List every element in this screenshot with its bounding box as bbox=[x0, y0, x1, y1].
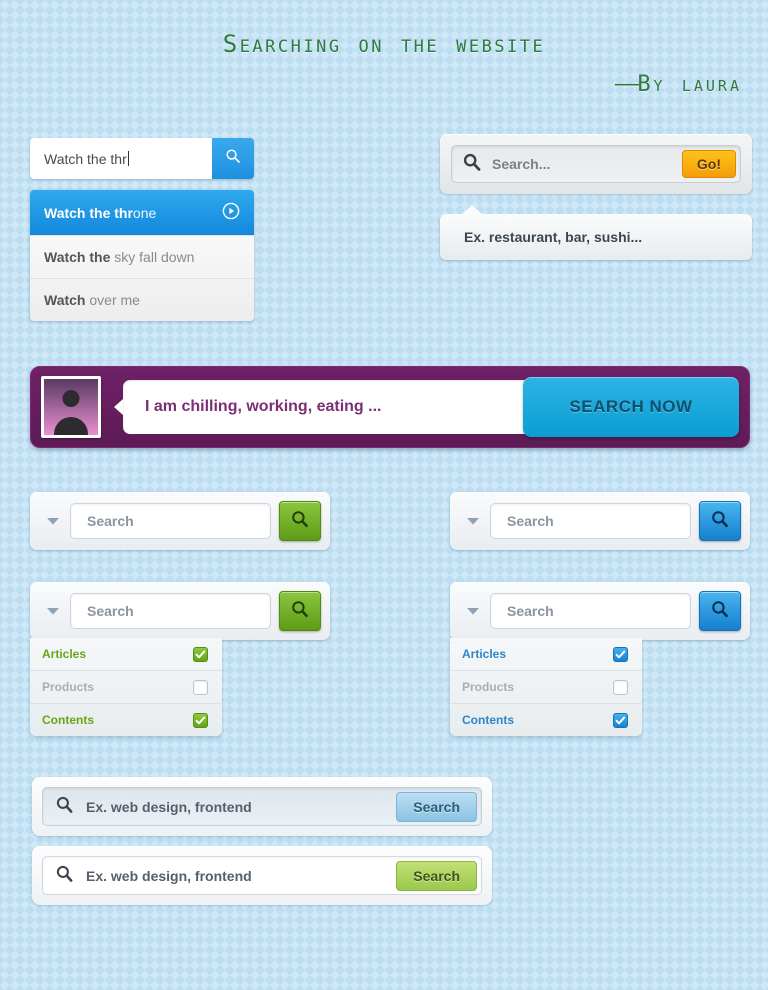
suggestion-match: Watch the bbox=[44, 249, 111, 265]
suggestion-text: Watch the sky fall down bbox=[44, 249, 194, 265]
search-placeholder: Ex. web design, frontend bbox=[86, 867, 252, 884]
suggestion-rest: sky fall down bbox=[110, 249, 195, 265]
magnifier-icon bbox=[710, 599, 730, 624]
autocomplete-input-value: Watch the thr bbox=[44, 150, 127, 167]
magnifier-icon bbox=[55, 795, 74, 819]
checkbox-unchecked[interactable] bbox=[193, 679, 208, 695]
select-search-blue: Search bbox=[450, 492, 750, 550]
autocomplete-search-bar: Watch the thr bbox=[30, 138, 254, 179]
suggestion-text: Watch over me bbox=[44, 292, 140, 308]
list-item[interactable]: Products bbox=[30, 670, 222, 703]
search-button[interactable] bbox=[699, 501, 741, 541]
go-search-widget: Search... Go! Ex. restaurant, bar, sushi… bbox=[440, 134, 752, 260]
autocomplete-suggestion-list: Watch the throne Watch the sky fall down… bbox=[30, 190, 254, 321]
list-item[interactable]: Watch over me bbox=[30, 278, 254, 321]
go-search-shell: Search... Go! bbox=[440, 134, 752, 194]
suggestion-match: Watch the thr bbox=[44, 204, 133, 221]
select-search-bar: Search bbox=[30, 582, 330, 640]
magnifier-icon bbox=[290, 599, 310, 624]
select-search-bar: Search bbox=[450, 492, 750, 550]
search-button[interactable] bbox=[699, 591, 741, 631]
checkbox-checked[interactable] bbox=[613, 712, 628, 728]
search-input[interactable]: Search bbox=[490, 593, 691, 629]
search-now-button[interactable]: SEARCH NOW bbox=[523, 377, 739, 437]
select-search-bar: Search bbox=[450, 582, 750, 640]
suggestion-rest: one bbox=[132, 204, 157, 221]
select-dropdown-blue: Search Articles Products Contents bbox=[450, 582, 750, 736]
search-placeholder: Ex. web design, frontend bbox=[86, 798, 252, 815]
select-search-bar: Search bbox=[30, 492, 330, 550]
suggestion-rest: over me bbox=[85, 292, 140, 308]
filter-option-list: Articles Products Contents bbox=[30, 638, 222, 736]
option-label: Products bbox=[462, 680, 515, 694]
list-item[interactable]: Products bbox=[450, 670, 642, 703]
autocomplete-search-input[interactable]: Watch the thr bbox=[30, 138, 212, 179]
magnifier-icon bbox=[710, 509, 730, 534]
search-button[interactable]: Search bbox=[396, 791, 477, 822]
byline-text: By laura bbox=[637, 72, 742, 97]
list-item[interactable]: Articles bbox=[450, 638, 642, 670]
bottom-search-green: Ex. web design, frontend Search bbox=[32, 846, 492, 905]
magnifier-icon bbox=[290, 509, 310, 534]
checkbox-unchecked[interactable] bbox=[613, 679, 628, 695]
play-circle-icon[interactable] bbox=[222, 202, 240, 223]
search-input[interactable]: Search bbox=[70, 593, 271, 629]
checkbox-checked[interactable] bbox=[613, 646, 628, 662]
byline-dash: —— bbox=[614, 72, 639, 97]
search-placeholder: Search bbox=[507, 603, 554, 619]
search-input[interactable]: Search bbox=[70, 503, 271, 539]
checkbox-checked[interactable] bbox=[193, 712, 208, 728]
list-item[interactable]: Contents bbox=[30, 703, 222, 736]
page-header: Searching on the website ——By laura bbox=[0, 0, 768, 97]
avatar bbox=[41, 376, 101, 438]
search-button[interactable] bbox=[279, 591, 321, 631]
select-search-green: Search bbox=[30, 492, 330, 550]
list-item[interactable]: Watch the sky fall down bbox=[30, 235, 254, 278]
list-item[interactable]: Articles bbox=[30, 638, 222, 670]
autocomplete-search-widget: Watch the thr Watch the throne Watch the… bbox=[30, 138, 254, 321]
go-search-tooltip: Ex. restaurant, bar, sushi... bbox=[440, 205, 752, 260]
option-label: Contents bbox=[42, 713, 94, 727]
search-button[interactable]: Search bbox=[396, 860, 477, 891]
search-field[interactable]: Ex. web design, frontend Search bbox=[42, 787, 482, 826]
chevron-down-icon[interactable] bbox=[456, 607, 490, 616]
status-input[interactable]: I am chilling, working, eating ... bbox=[114, 380, 533, 434]
status-search-widget: I am chilling, working, eating ... SEARC… bbox=[30, 366, 750, 448]
go-button[interactable]: Go! bbox=[681, 150, 736, 178]
filter-option-list: Articles Products Contents bbox=[450, 638, 642, 736]
option-label: Articles bbox=[462, 647, 507, 661]
suggestion-match: Watch bbox=[44, 292, 86, 308]
list-item[interactable]: Watch the throne bbox=[30, 190, 254, 235]
search-placeholder: Search bbox=[87, 603, 134, 619]
text-caret bbox=[127, 151, 129, 166]
search-placeholder: Search bbox=[87, 513, 134, 529]
magnifier-icon bbox=[462, 152, 482, 177]
checkbox-checked[interactable] bbox=[193, 646, 208, 662]
list-item[interactable]: Contents bbox=[450, 703, 642, 736]
search-field[interactable]: Ex. web design, frontend Search bbox=[42, 856, 482, 895]
status-input-value: I am chilling, working, eating ... bbox=[145, 398, 382, 415]
page-title: Searching on the website bbox=[222, 30, 546, 58]
search-button[interactable] bbox=[279, 501, 321, 541]
bottom-search-blue: Ex. web design, frontend Search bbox=[32, 777, 492, 836]
chevron-down-icon[interactable] bbox=[36, 517, 70, 526]
magnifier-icon bbox=[225, 148, 241, 169]
search-placeholder: Search bbox=[507, 513, 554, 529]
autocomplete-search-button[interactable] bbox=[212, 138, 254, 179]
search-input[interactable]: Search bbox=[490, 503, 691, 539]
byline: ——By laura bbox=[0, 72, 768, 97]
suggestion-text: Watch the throne bbox=[44, 205, 156, 221]
option-label: Products bbox=[42, 680, 95, 694]
chevron-down-icon[interactable] bbox=[36, 607, 70, 616]
option-label: Contents bbox=[462, 713, 514, 727]
go-search-placeholder: Search... bbox=[492, 156, 551, 172]
go-search-field[interactable]: Search... Go! bbox=[451, 145, 741, 183]
option-label: Articles bbox=[42, 647, 87, 661]
chevron-down-icon[interactable] bbox=[456, 517, 490, 526]
select-dropdown-green: Search Articles Products Contents bbox=[30, 582, 330, 736]
magnifier-icon bbox=[55, 864, 74, 888]
